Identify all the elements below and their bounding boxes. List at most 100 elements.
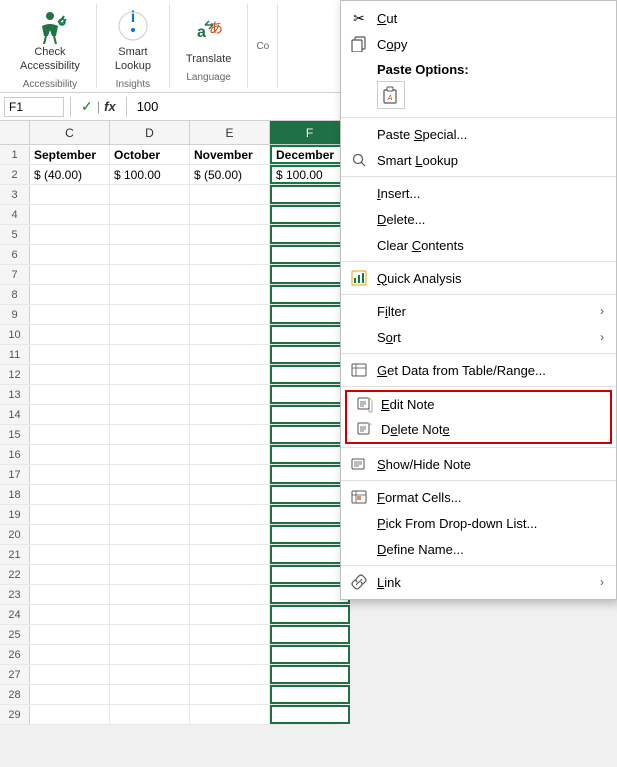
paste-icon-clipboard-a[interactable]: A (377, 81, 405, 109)
check-accessibility-icon (30, 6, 70, 46)
paste-icons-row: A (377, 81, 604, 109)
filter-icon (349, 301, 369, 321)
menu-item-insert[interactable]: Insert... (341, 180, 616, 206)
link-arrow-icon: › (600, 575, 604, 589)
menu-item-filter[interactable]: Filter › (341, 298, 616, 324)
formula-fx-icon: fx (104, 99, 116, 114)
translate-label: Translate (186, 53, 231, 66)
menu-item-smart-lookup[interactable]: Smart Lookup (341, 147, 616, 173)
edit-note-icon (355, 395, 375, 415)
cut-icon: ✂ (349, 8, 369, 28)
menu-item-edit-note[interactable]: Edit Note (345, 390, 612, 417)
menu-item-delete-note[interactable]: Delete Note (345, 417, 612, 444)
menu-sep-8 (341, 480, 616, 481)
quick-analysis-icon (349, 268, 369, 288)
paste-options-section: Paste Options: A (341, 57, 616, 114)
show-hide-note-icon (349, 454, 369, 474)
sort-icon (349, 327, 369, 347)
cell-d2[interactable]: $ 100.00 (110, 165, 190, 184)
language-group-label: Language (186, 72, 231, 83)
row-num-2: 2 (0, 165, 30, 184)
menu-item-sort[interactable]: Sort › (341, 324, 616, 350)
empty-row-27: 27 (0, 665, 340, 685)
cell-f1[interactable]: December (270, 145, 350, 164)
column-headers: C D E F (0, 121, 340, 145)
menu-item-get-data[interactable]: Get Data from Table/Range... (341, 357, 616, 383)
empty-row-22: 22 (0, 565, 340, 585)
empty-row-19: 19 (0, 505, 340, 525)
insert-icon (349, 183, 369, 203)
copy-icon (349, 34, 369, 54)
col-header-f[interactable]: F (270, 121, 350, 144)
menu-sep-2 (341, 176, 616, 177)
empty-row-15: 15 (0, 425, 340, 445)
empty-row-12: 12 (0, 365, 340, 385)
check-accessibility-label: Check Accessibility (20, 46, 80, 72)
empty-row-7: 7 (0, 265, 340, 285)
smart-lookup-label: Smart Lookup (115, 46, 151, 72)
menu-sep-6 (341, 386, 616, 387)
link-icon (349, 572, 369, 592)
empty-row-8: 8 (0, 285, 340, 305)
cell-e1[interactable]: November (190, 145, 270, 164)
row-num-header (0, 121, 30, 144)
menu-sep-7 (341, 447, 616, 448)
cell-reference-box[interactable]: F1 (4, 97, 64, 117)
menu-item-quick-analysis[interactable]: Quick Analysis (341, 265, 616, 291)
data-row-2: 2 $ (40.00) $ 100.00 $ (50.00) $ 100.00 (0, 165, 340, 185)
cell-c2[interactable]: $ (40.00) (30, 165, 110, 184)
col-header-c[interactable]: C (30, 121, 110, 144)
empty-row-5: 5 (0, 225, 340, 245)
delete-icon (349, 209, 369, 229)
menu-item-delete[interactable]: Delete... (341, 206, 616, 232)
paste-options-label: Paste Options: (377, 62, 604, 77)
accessibility-group-label: Accessibility (23, 79, 77, 90)
empty-row-13: 13 (0, 385, 340, 405)
svg-text:あ: あ (209, 20, 223, 36)
translate-button[interactable]: a あ Translate (178, 9, 239, 70)
menu-item-copy[interactable]: Copy (341, 31, 616, 57)
cell-f2[interactable]: $ 100.00 (270, 165, 350, 184)
insights-group-label: Insights (116, 79, 150, 90)
paste-special-icon (349, 124, 369, 144)
grid-rows: 1 September October November December 2 … (0, 145, 340, 725)
smart-lookup-button[interactable]: i Smart Lookup (105, 2, 161, 76)
empty-row-28: 28 (0, 685, 340, 705)
row-num-1: 1 (0, 145, 30, 164)
month-header-row: 1 September October November December (0, 145, 340, 165)
col-header-d[interactable]: D (110, 121, 190, 144)
cell-d1[interactable]: October (110, 145, 190, 164)
cell-e2[interactable]: $ (50.00) (190, 165, 270, 184)
menu-sep-4 (341, 294, 616, 295)
smart-lookup-icon: i (113, 6, 153, 46)
menu-item-link[interactable]: Link › (341, 569, 616, 595)
empty-row-24: 24 (0, 605, 340, 625)
empty-row-18: 18 (0, 485, 340, 505)
menu-item-paste-special[interactable]: Paste Special... (341, 121, 616, 147)
menu-sep-1 (341, 117, 616, 118)
clear-contents-icon (349, 235, 369, 255)
menu-item-clear-contents[interactable]: Clear Contents (341, 232, 616, 258)
menu-item-show-hide-note[interactable]: Show/Hide Note (341, 451, 616, 477)
empty-row-10: 10 (0, 325, 340, 345)
col-header-e[interactable]: E (190, 121, 270, 144)
ribbon-group-co: Co (248, 4, 278, 88)
empty-row-4: 4 (0, 205, 340, 225)
cell-c1[interactable]: September (30, 145, 110, 164)
empty-row-3: 3 (0, 185, 340, 205)
menu-item-cut[interactable]: ✂ Cut (341, 5, 616, 31)
empty-row-29: 29 (0, 705, 340, 725)
menu-sep-3 (341, 261, 616, 262)
menu-item-define-name[interactable]: Define Name... (341, 536, 616, 562)
menu-item-pick-dropdown[interactable]: Pick From Drop-down List... (341, 510, 616, 536)
check-accessibility-button[interactable]: Check Accessibility (12, 2, 88, 76)
context-menu: ✂ Cut Copy Paste Options: A P (340, 0, 617, 600)
formula-controls: ✓ | fx (77, 98, 120, 115)
pick-dropdown-icon (349, 513, 369, 533)
formula-confirm-icon[interactable]: ✓ (81, 98, 93, 115)
spreadsheet-area: C D E F 1 September October November Dec (0, 121, 340, 725)
menu-item-format-cells[interactable]: Format Cells... (341, 484, 616, 510)
empty-row-6: 6 (0, 245, 340, 265)
define-name-icon (349, 539, 369, 559)
format-cells-icon (349, 487, 369, 507)
